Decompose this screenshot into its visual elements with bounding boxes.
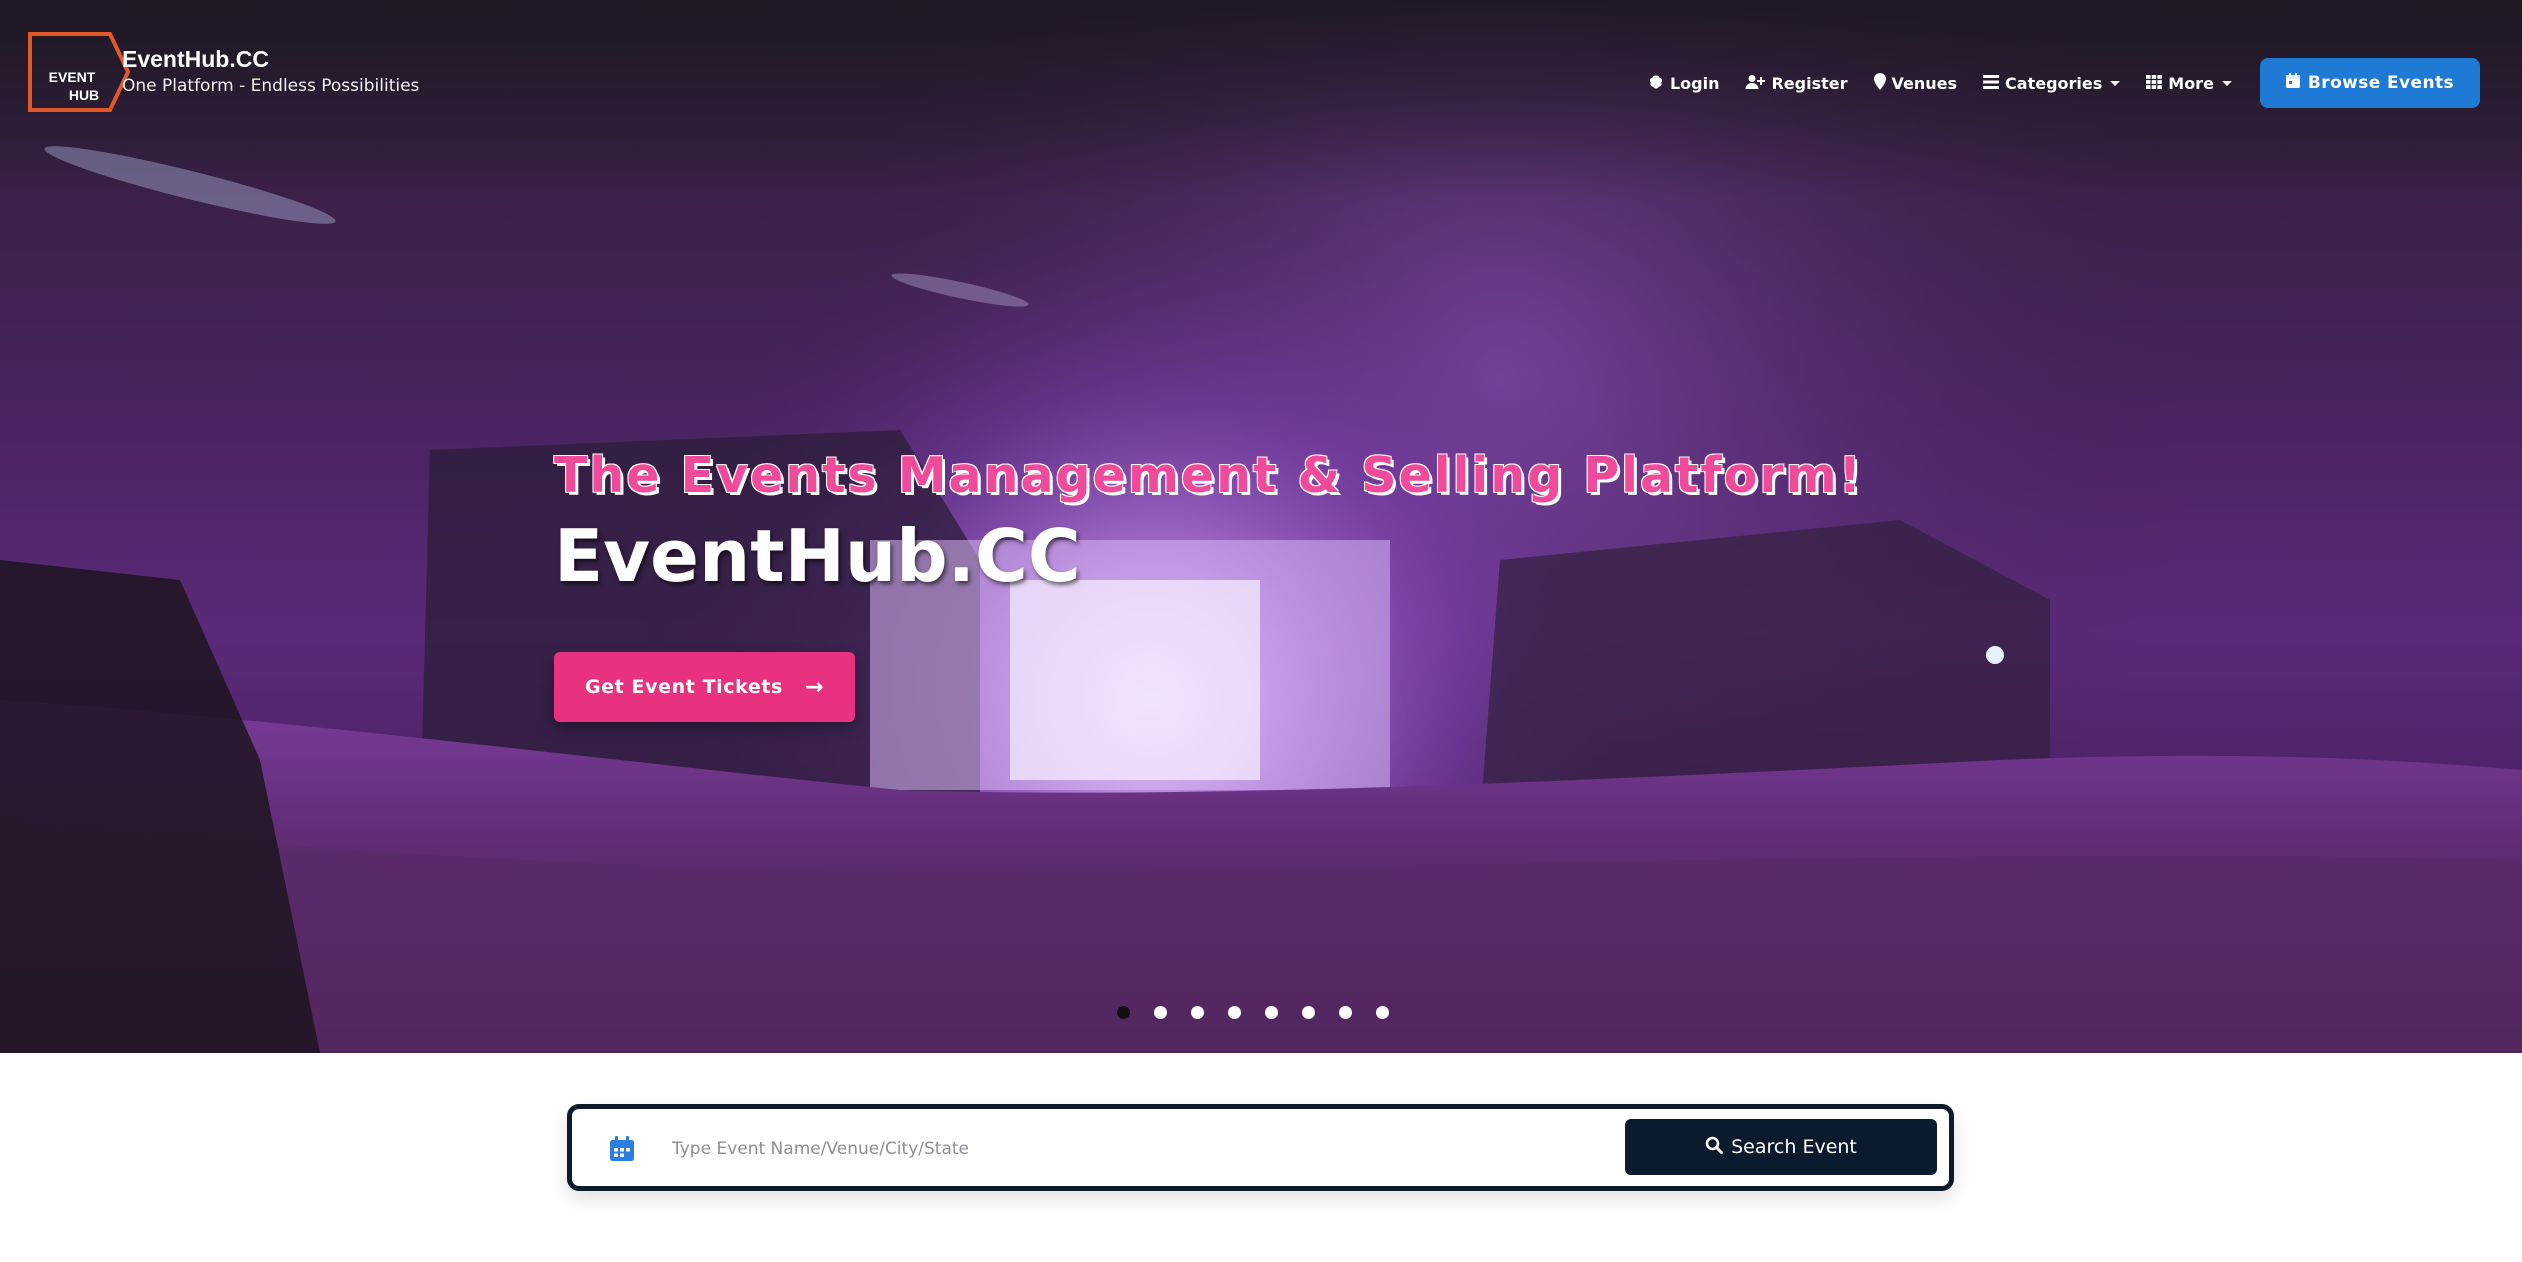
nav-more-label: More — [2168, 73, 2214, 93]
nav-venues-label: Venues — [1891, 73, 1958, 93]
main-nav: Login Register Venues Categories More Br… — [1648, 58, 2480, 108]
eventhub-logo[interactable]: EVENT HUB — [28, 32, 132, 112]
chevron-down-icon — [2110, 80, 2121, 86]
map-marker-icon — [1873, 73, 1886, 93]
calendar-icon — [610, 1136, 634, 1161]
carousel-dot[interactable] — [1117, 1006, 1130, 1019]
calendar-icon — [2285, 73, 2300, 93]
nav-register-label: Register — [1771, 73, 1848, 93]
grid-icon — [2146, 74, 2163, 92]
chevron-down-icon — [2221, 80, 2232, 86]
nav-more[interactable]: More — [2146, 74, 2232, 93]
nav-register[interactable]: Register — [1745, 73, 1848, 93]
search-icon — [1705, 1136, 1724, 1159]
carousel-dot[interactable] — [1191, 1006, 1204, 1019]
carousel-indicators — [1117, 1006, 1389, 1019]
browse-events-button[interactable]: Browse Events — [2259, 58, 2480, 108]
carousel-dot[interactable] — [1154, 1006, 1167, 1019]
nav-categories-label: Categories — [2005, 73, 2103, 93]
event-search-input[interactable] — [672, 1129, 1522, 1169]
brain-icon — [1648, 74, 1664, 93]
logo-text-hub: HUB — [69, 87, 99, 103]
carousel-dot[interactable] — [1228, 1006, 1241, 1019]
nav-login-label: Login — [1669, 73, 1720, 93]
hero-title: EventHub.CC — [554, 514, 1081, 598]
nav-venues[interactable]: Venues — [1873, 73, 1958, 93]
nav-login[interactable]: Login — [1648, 73, 1720, 93]
concert-background-image — [0, 0, 2522, 1053]
user-plus-icon — [1745, 74, 1766, 93]
get-event-tickets-button[interactable]: Get Event Tickets → — [554, 652, 855, 722]
list-icon — [1983, 74, 2000, 92]
hero-subtitle: The Events Management & Selling Platform… — [554, 447, 1863, 504]
search-event-label: Search Event — [1731, 1136, 1857, 1158]
browse-events-label: Browse Events — [2307, 73, 2454, 93]
carousel-dot[interactable] — [1339, 1006, 1352, 1019]
brand-tagline: One Platform - Endless Possibilities — [122, 76, 420, 96]
event-search-bar: Search Event — [567, 1104, 1954, 1191]
arrow-right-icon: → — [804, 674, 825, 700]
get-event-tickets-label: Get Event Tickets — [584, 676, 783, 698]
carousel-dot[interactable] — [1265, 1006, 1278, 1019]
logo-text-event: EVENT — [49, 69, 96, 85]
carousel-dot[interactable] — [1376, 1006, 1389, 1019]
brand-name[interactable]: EventHub.CC — [122, 44, 419, 74]
brand[interactable]: EventHub.CC One Platform - Endless Possi… — [122, 44, 419, 98]
carousel-dot[interactable] — [1302, 1006, 1315, 1019]
search-event-button[interactable]: Search Event — [1625, 1119, 1937, 1175]
hero-banner: EVENT HUB EventHub.CC One Platform - End… — [0, 0, 2522, 1053]
nav-categories[interactable]: Categories — [1983, 73, 2121, 93]
